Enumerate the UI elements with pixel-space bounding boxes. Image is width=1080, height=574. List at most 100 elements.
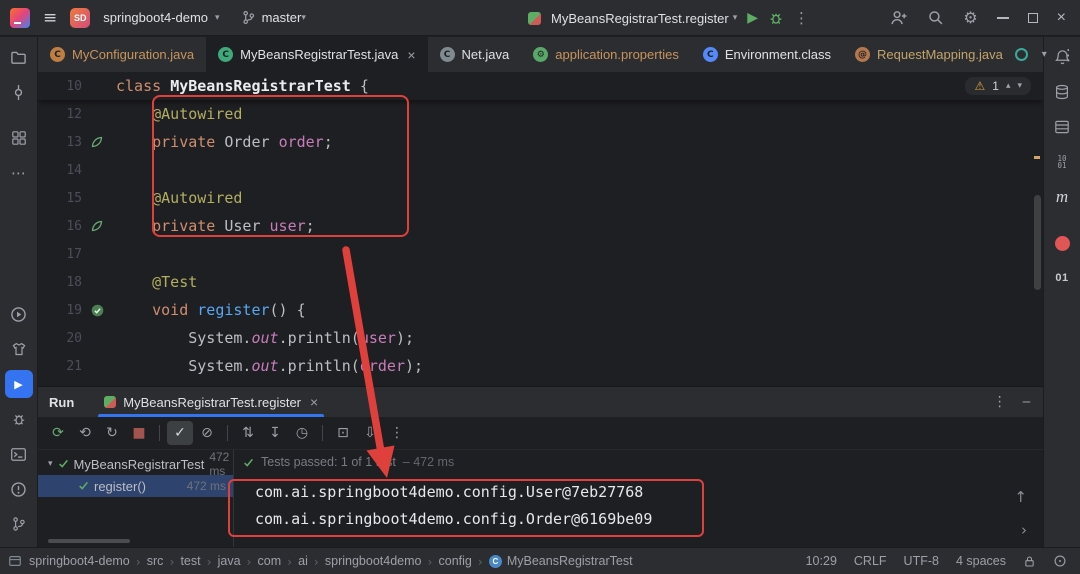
code-line[interactable]: 13 private Order order; bbox=[38, 128, 1043, 156]
line-number[interactable]: 19 bbox=[38, 303, 82, 318]
project-badge[interactable]: SD bbox=[70, 8, 90, 28]
test-tree-item[interactable]: ▾MyBeansRegistrarTest472 ms bbox=[38, 453, 233, 475]
test-console[interactable]: Tests passed: 1 of 1 test – 472 ms com.a… bbox=[234, 450, 1043, 547]
search-everywhere-icon[interactable] bbox=[927, 9, 944, 26]
run-panel-kebab-icon[interactable]: ⋮ bbox=[993, 394, 1007, 410]
breadcrumb-item[interactable]: springboot4demo bbox=[325, 554, 422, 568]
line-number[interactable]: 20 bbox=[38, 331, 82, 346]
toggle-auto-test-icon[interactable]: ↻ bbox=[99, 421, 125, 445]
code-line[interactable]: 16 private User user; bbox=[38, 212, 1043, 240]
editor-tab[interactable]: CMyConfiguration.java bbox=[38, 37, 206, 72]
spring-bean-icon[interactable] bbox=[82, 220, 112, 232]
caret-position[interactable]: 10:29 bbox=[806, 554, 837, 568]
maven-tool-icon[interactable]: m bbox=[1048, 183, 1076, 211]
breadcrumb-item[interactable]: test bbox=[180, 554, 200, 568]
run-button[interactable]: ▶ bbox=[747, 10, 758, 26]
project-tool-icon[interactable] bbox=[5, 43, 33, 71]
import-test-results-icon[interactable]: ⇩ bbox=[357, 421, 383, 445]
code-line[interactable]: 18 @Test bbox=[38, 268, 1043, 296]
breadcrumb-class-item[interactable]: CMyBeansRegistrarTest bbox=[489, 554, 633, 568]
show-ignored-icon[interactable]: ⊘ bbox=[194, 421, 220, 445]
line-number[interactable]: 14 bbox=[38, 163, 82, 178]
code-line[interactable]: 15 @Autowired bbox=[38, 184, 1043, 212]
lock-icon[interactable] bbox=[1023, 555, 1036, 568]
hidden-tab-class-icon[interactable] bbox=[1015, 48, 1028, 61]
run-test-icon[interactable] bbox=[82, 304, 112, 317]
maximize-button[interactable] bbox=[1028, 13, 1038, 23]
vcs-branch-selector[interactable]: master ▾ bbox=[241, 10, 306, 25]
show-passed-icon[interactable]: ✓ bbox=[167, 421, 193, 445]
registers-binary-tool-icon[interactable]: 1001 bbox=[1048, 148, 1076, 176]
navigate-to-test-icon[interactable]: ↧ bbox=[262, 421, 288, 445]
status-indicator-icon[interactable] bbox=[1053, 554, 1067, 568]
line-number[interactable]: 21 bbox=[38, 359, 82, 374]
code-editor[interactable]: 10class MyBeansRegistrarTest { 12 @Autow… bbox=[38, 72, 1043, 386]
database-tool-icon[interactable] bbox=[1048, 78, 1076, 106]
editor-tab[interactable]: @RequestMapping.java bbox=[843, 37, 1015, 72]
shirt-plugin-tool-icon[interactable] bbox=[5, 335, 33, 363]
run-tool-icon[interactable]: ▶ bbox=[5, 370, 33, 398]
red-plugin-tool-icon[interactable] bbox=[1048, 229, 1076, 257]
breadcrumb-item[interactable]: java bbox=[218, 554, 241, 568]
code-line[interactable]: 19 void register() { bbox=[38, 296, 1043, 324]
rerun-tests-icon[interactable]: ⟳ bbox=[45, 421, 71, 445]
run-config-selector[interactable]: MyBeansRegistrarTest.register bbox=[551, 11, 729, 26]
editor-tab[interactable]: CNet.java bbox=[428, 37, 522, 72]
indent-widget[interactable]: 4 spaces bbox=[956, 554, 1006, 568]
close-icon[interactable]: × bbox=[407, 47, 415, 63]
run-tab[interactable]: MyBeansRegistrarTest.register × bbox=[94, 387, 328, 417]
sort-by-duration-icon[interactable]: ◷ bbox=[289, 421, 315, 445]
main-menu-hamburger-icon[interactable]: ≡ bbox=[43, 8, 57, 28]
binary-01-tool-icon[interactable]: 01 bbox=[1048, 264, 1076, 292]
editor-tab[interactable]: ⚙application.properties bbox=[521, 37, 691, 72]
run-more-kebab-icon[interactable]: ⋮ bbox=[794, 9, 809, 27]
line-separator-widget[interactable]: CRLF bbox=[854, 554, 887, 568]
hide-panel-icon[interactable]: ─ bbox=[1023, 395, 1030, 409]
line-number[interactable]: 17 bbox=[38, 247, 82, 262]
breadcrumb-item[interactable]: springboot4-demo bbox=[29, 554, 130, 568]
breadcrumb-item[interactable]: com bbox=[258, 554, 282, 568]
code-line[interactable]: 12 @Autowired bbox=[38, 100, 1043, 128]
test-history-icon[interactable]: ⊡ bbox=[330, 421, 356, 445]
line-number[interactable]: 18 bbox=[38, 275, 82, 290]
sort-alphabetically-icon[interactable]: ⇅ bbox=[235, 421, 261, 445]
warning-stripe-mark[interactable] bbox=[1034, 156, 1040, 159]
next-problem-chevron-icon[interactable]: ▾ bbox=[1017, 81, 1022, 91]
close-window-button[interactable]: × bbox=[1057, 10, 1066, 26]
tab-options-kebab-icon[interactable]: ⋮ bbox=[1061, 46, 1076, 64]
line-number[interactable]: 16 bbox=[38, 219, 82, 234]
debug-button[interactable] bbox=[768, 10, 784, 26]
more-tool-windows-icon[interactable]: ⋯ bbox=[5, 159, 33, 187]
more-options-kebab-icon[interactable]: ⋮ bbox=[384, 421, 410, 445]
breadcrumb-item[interactable]: config bbox=[439, 554, 472, 568]
inspections-widget[interactable]: ⚠ 1 ▴ ▾ bbox=[965, 77, 1031, 95]
spring-bean-icon[interactable] bbox=[82, 136, 112, 148]
editor-tab[interactable]: CEnvironment.class bbox=[691, 37, 843, 72]
minimize-button[interactable] bbox=[997, 17, 1009, 19]
line-number[interactable]: 10 bbox=[38, 79, 82, 94]
project-selector[interactable]: springboot4-demo bbox=[103, 10, 208, 25]
test-tree-item[interactable]: register()472 ms bbox=[38, 475, 233, 497]
chevron-down-icon[interactable]: ▾ bbox=[48, 459, 53, 469]
breadcrumb-item[interactable]: src bbox=[147, 554, 164, 568]
editor-tab[interactable]: CMyBeansRegistrarTest.java× bbox=[206, 37, 427, 72]
problems-tool-icon[interactable] bbox=[5, 475, 33, 503]
breadcrumb-item[interactable]: ai bbox=[298, 554, 308, 568]
git-tool-icon[interactable] bbox=[5, 510, 33, 538]
editor-scrollbar[interactable] bbox=[1034, 195, 1041, 290]
code-line[interactable]: 10class MyBeansRegistrarTest { bbox=[38, 72, 1043, 100]
code-line[interactable]: 17 bbox=[38, 240, 1043, 268]
services-tool-icon[interactable] bbox=[5, 300, 33, 328]
hidden-tabs-chevron-icon[interactable]: ▾ bbox=[1042, 49, 1047, 60]
tree-horizontal-scrollbar[interactable] bbox=[48, 539, 130, 543]
encoding-widget[interactable]: UTF-8 bbox=[904, 554, 939, 568]
commit-tool-icon[interactable] bbox=[5, 78, 33, 106]
code-line[interactable]: 21 System.out.println(order); bbox=[38, 352, 1043, 380]
structure-tool-icon[interactable] bbox=[5, 124, 33, 152]
expand-chevron-icon[interactable]: › bbox=[1021, 521, 1027, 539]
code-with-me-icon[interactable] bbox=[890, 9, 908, 27]
settings-gear-icon[interactable]: ⚙ bbox=[963, 8, 977, 27]
code-line[interactable]: 20 System.out.println(user); bbox=[38, 324, 1043, 352]
code-line[interactable]: 14 bbox=[38, 156, 1043, 184]
close-icon[interactable]: × bbox=[310, 394, 318, 410]
